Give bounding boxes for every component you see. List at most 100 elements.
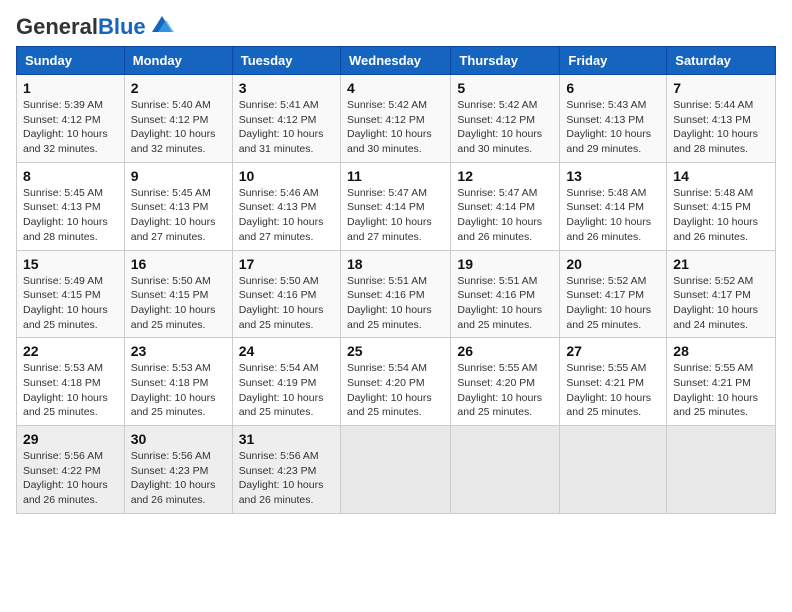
day-number: 6 [566, 80, 660, 96]
day-number: 13 [566, 168, 660, 184]
calendar-cell: 13 Sunrise: 5:48 AMSunset: 4:14 PMDayligh… [560, 162, 667, 250]
day-number: 8 [23, 168, 118, 184]
calendar-week-5: 29 Sunrise: 5:56 AMSunset: 4:22 PMDayligh… [17, 426, 776, 514]
day-info: Sunrise: 5:40 AMSunset: 4:12 PMDaylight:… [131, 98, 226, 157]
weekday-header-monday: Monday [124, 47, 232, 75]
day-number: 27 [566, 343, 660, 359]
day-number: 3 [239, 80, 334, 96]
day-number: 21 [673, 256, 769, 272]
day-info: Sunrise: 5:45 AMSunset: 4:13 PMDaylight:… [131, 186, 226, 245]
weekday-header-wednesday: Wednesday [340, 47, 450, 75]
calendar-cell: 11 Sunrise: 5:47 AMSunset: 4:14 PMDayligh… [340, 162, 450, 250]
day-info: Sunrise: 5:55 AMSunset: 4:21 PMDaylight:… [673, 361, 769, 420]
calendar-body: 1 Sunrise: 5:39 AMSunset: 4:12 PMDaylight… [17, 75, 776, 514]
day-info: Sunrise: 5:49 AMSunset: 4:15 PMDaylight:… [23, 274, 118, 333]
calendar-week-2: 8 Sunrise: 5:45 AMSunset: 4:13 PMDaylight… [17, 162, 776, 250]
day-info: Sunrise: 5:51 AMSunset: 4:16 PMDaylight:… [347, 274, 444, 333]
day-info: Sunrise: 5:53 AMSunset: 4:18 PMDaylight:… [131, 361, 226, 420]
calendar-cell: 10 Sunrise: 5:46 AMSunset: 4:13 PMDayligh… [232, 162, 340, 250]
day-number: 25 [347, 343, 444, 359]
day-number: 9 [131, 168, 226, 184]
calendar-cell [451, 426, 560, 514]
weekday-row: SundayMondayTuesdayWednesdayThursdayFrid… [17, 47, 776, 75]
day-info: Sunrise: 5:55 AMSunset: 4:20 PMDaylight:… [457, 361, 553, 420]
calendar-cell: 22 Sunrise: 5:53 AMSunset: 4:18 PMDayligh… [17, 338, 125, 426]
calendar-cell: 25 Sunrise: 5:54 AMSunset: 4:20 PMDayligh… [340, 338, 450, 426]
day-info: Sunrise: 5:47 AMSunset: 4:14 PMDaylight:… [347, 186, 444, 245]
day-info: Sunrise: 5:45 AMSunset: 4:13 PMDaylight:… [23, 186, 118, 245]
day-info: Sunrise: 5:55 AMSunset: 4:21 PMDaylight:… [566, 361, 660, 420]
calendar-cell: 9 Sunrise: 5:45 AMSunset: 4:13 PMDaylight… [124, 162, 232, 250]
calendar-cell: 18 Sunrise: 5:51 AMSunset: 4:16 PMDayligh… [340, 250, 450, 338]
day-number: 24 [239, 343, 334, 359]
day-number: 10 [239, 168, 334, 184]
day-info: Sunrise: 5:39 AMSunset: 4:12 PMDaylight:… [23, 98, 118, 157]
day-info: Sunrise: 5:50 AMSunset: 4:16 PMDaylight:… [239, 274, 334, 333]
day-info: Sunrise: 5:56 AMSunset: 4:22 PMDaylight:… [23, 449, 118, 508]
calendar-cell: 15 Sunrise: 5:49 AMSunset: 4:15 PMDayligh… [17, 250, 125, 338]
calendar-cell: 1 Sunrise: 5:39 AMSunset: 4:12 PMDaylight… [17, 75, 125, 163]
calendar-cell: 12 Sunrise: 5:47 AMSunset: 4:14 PMDayligh… [451, 162, 560, 250]
calendar-cell: 6Sunrise: 5:43 AMSunset: 4:13 PMDaylight… [560, 75, 667, 163]
calendar-cell: 21 Sunrise: 5:52 AMSunset: 4:17 PMDayligh… [667, 250, 776, 338]
day-number: 5 [457, 80, 553, 96]
calendar-cell: 19Sunrise: 5:51 AMSunset: 4:16 PMDayligh… [451, 250, 560, 338]
calendar-cell: 3 Sunrise: 5:41 AMSunset: 4:12 PMDaylight… [232, 75, 340, 163]
logo-text: GeneralBlue [16, 16, 146, 38]
day-number: 17 [239, 256, 334, 272]
calendar-week-1: 1 Sunrise: 5:39 AMSunset: 4:12 PMDaylight… [17, 75, 776, 163]
calendar-cell [667, 426, 776, 514]
day-info: Sunrise: 5:41 AMSunset: 4:12 PMDaylight:… [239, 98, 334, 157]
day-number: 15 [23, 256, 118, 272]
calendar-week-3: 15 Sunrise: 5:49 AMSunset: 4:15 PMDayligh… [17, 250, 776, 338]
calendar-header: SundayMondayTuesdayWednesdayThursdayFrid… [17, 47, 776, 75]
day-info: Sunrise: 5:42 AMSunset: 4:12 PMDaylight:… [457, 98, 553, 157]
day-info: Sunrise: 5:52 AMSunset: 4:17 PMDaylight:… [673, 274, 769, 333]
page-header: GeneralBlue [16, 16, 776, 38]
day-number: 22 [23, 343, 118, 359]
calendar-cell: 7Sunrise: 5:44 AMSunset: 4:13 PMDaylight… [667, 75, 776, 163]
calendar-cell [340, 426, 450, 514]
calendar-cell: 23Sunrise: 5:53 AMSunset: 4:18 PMDayligh… [124, 338, 232, 426]
day-info: Sunrise: 5:42 AMSunset: 4:12 PMDaylight:… [347, 98, 444, 157]
day-number: 1 [23, 80, 118, 96]
day-info: Sunrise: 5:48 AMSunset: 4:14 PMDaylight:… [566, 186, 660, 245]
logo-blue: Blue [98, 14, 146, 39]
logo: GeneralBlue [16, 16, 176, 38]
day-number: 20 [566, 256, 660, 272]
day-number: 31 [239, 431, 334, 447]
day-info: Sunrise: 5:47 AMSunset: 4:14 PMDaylight:… [457, 186, 553, 245]
day-number: 18 [347, 256, 444, 272]
day-info: Sunrise: 5:53 AMSunset: 4:18 PMDaylight:… [23, 361, 118, 420]
weekday-header-sunday: Sunday [17, 47, 125, 75]
logo-icon [148, 14, 176, 36]
calendar-cell: 31Sunrise: 5:56 AMSunset: 4:23 PMDayligh… [232, 426, 340, 514]
day-number: 16 [131, 256, 226, 272]
day-number: 11 [347, 168, 444, 184]
day-number: 14 [673, 168, 769, 184]
day-info: Sunrise: 5:52 AMSunset: 4:17 PMDaylight:… [566, 274, 660, 333]
calendar-cell: 8 Sunrise: 5:45 AMSunset: 4:13 PMDaylight… [17, 162, 125, 250]
calendar-cell: 28 Sunrise: 5:55 AMSunset: 4:21 PMDayligh… [667, 338, 776, 426]
day-info: Sunrise: 5:54 AMSunset: 4:20 PMDaylight:… [347, 361, 444, 420]
day-number: 12 [457, 168, 553, 184]
calendar-cell: 2Sunrise: 5:40 AMSunset: 4:12 PMDaylight… [124, 75, 232, 163]
calendar-cell [560, 426, 667, 514]
calendar-cell: 4 Sunrise: 5:42 AMSunset: 4:12 PMDaylight… [340, 75, 450, 163]
day-number: 28 [673, 343, 769, 359]
weekday-header-friday: Friday [560, 47, 667, 75]
day-info: Sunrise: 5:56 AMSunset: 4:23 PMDaylight:… [131, 449, 226, 508]
calendar-cell: 16 Sunrise: 5:50 AMSunset: 4:15 PMDayligh… [124, 250, 232, 338]
calendar-cell: 26 Sunrise: 5:55 AMSunset: 4:20 PMDayligh… [451, 338, 560, 426]
day-info: Sunrise: 5:46 AMSunset: 4:13 PMDaylight:… [239, 186, 334, 245]
calendar-cell: 17 Sunrise: 5:50 AMSunset: 4:16 PMDayligh… [232, 250, 340, 338]
day-info: Sunrise: 5:50 AMSunset: 4:15 PMDaylight:… [131, 274, 226, 333]
day-number: 29 [23, 431, 118, 447]
day-info: Sunrise: 5:44 AMSunset: 4:13 PMDaylight:… [673, 98, 769, 157]
day-info: Sunrise: 5:54 AMSunset: 4:19 PMDaylight:… [239, 361, 334, 420]
weekday-header-saturday: Saturday [667, 47, 776, 75]
day-number: 26 [457, 343, 553, 359]
calendar-cell: 29 Sunrise: 5:56 AMSunset: 4:22 PMDayligh… [17, 426, 125, 514]
day-number: 4 [347, 80, 444, 96]
calendar-cell: 24 Sunrise: 5:54 AMSunset: 4:19 PMDayligh… [232, 338, 340, 426]
